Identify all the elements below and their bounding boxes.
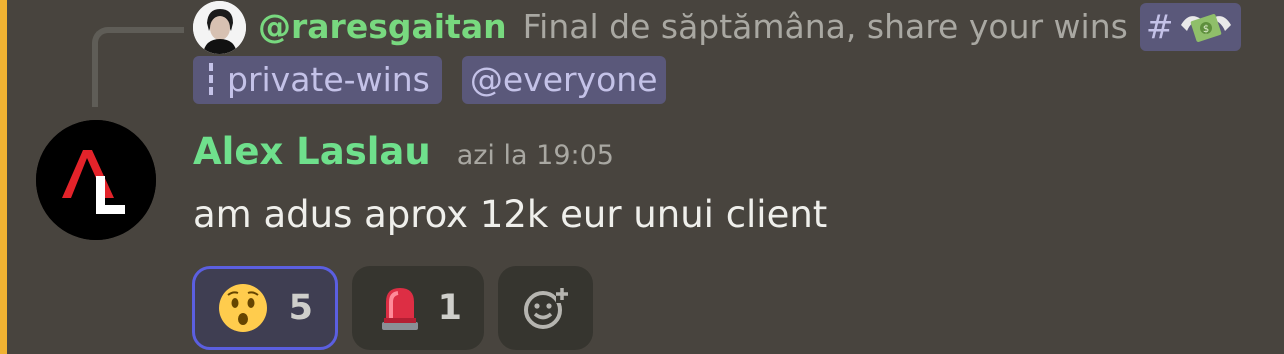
avatar[interactable]: [36, 120, 156, 240]
channel-mention-private-wins[interactable]: private-wins: [193, 56, 442, 104]
message-author[interactable]: Alex Laslau: [193, 130, 431, 173]
add-reaction-icon: [523, 287, 568, 329]
channel-mention-hash[interactable]: # $: [1139, 3, 1242, 51]
message-text: am adus aprox 12k eur unui client: [193, 193, 828, 236]
reaction-count: 5: [288, 288, 313, 328]
mention-label: @everyone: [469, 60, 658, 99]
police-light-icon: [382, 288, 418, 330]
reply-spine: [92, 27, 184, 107]
message-header: Alex Laslau azi la 19:05: [193, 130, 614, 173]
reaction-astonished[interactable]: 5: [192, 266, 338, 350]
reply-avatar[interactable]: [193, 0, 246, 54]
hash-label: #: [1145, 7, 1174, 46]
reply-preview[interactable]: @raresgaitan Final de săptămâna, share y…: [193, 0, 1273, 104]
svg-text:$: $: [1203, 24, 1209, 35]
thread-icon: [209, 63, 213, 97]
reply-author[interactable]: @raresgaitan: [258, 0, 507, 54]
message-timestamp[interactable]: azi la 19:05: [457, 140, 614, 171]
astonished-face-icon: [219, 284, 267, 332]
channel-name: private-wins: [227, 60, 430, 99]
everyone-mention[interactable]: @everyone: [461, 56, 666, 104]
reactions-bar: 5 1: [192, 266, 593, 350]
add-reaction-button[interactable]: [498, 266, 593, 350]
mention-highlight-bar: [0, 0, 7, 354]
reaction-count: 1: [437, 288, 462, 328]
reply-text: Final de săptămâna, share your wins: [522, 7, 1128, 46]
al-logo-icon: [36, 120, 156, 240]
reaction-police-light[interactable]: 1: [352, 266, 484, 350]
money-with-wings-icon: $: [1181, 14, 1232, 42]
